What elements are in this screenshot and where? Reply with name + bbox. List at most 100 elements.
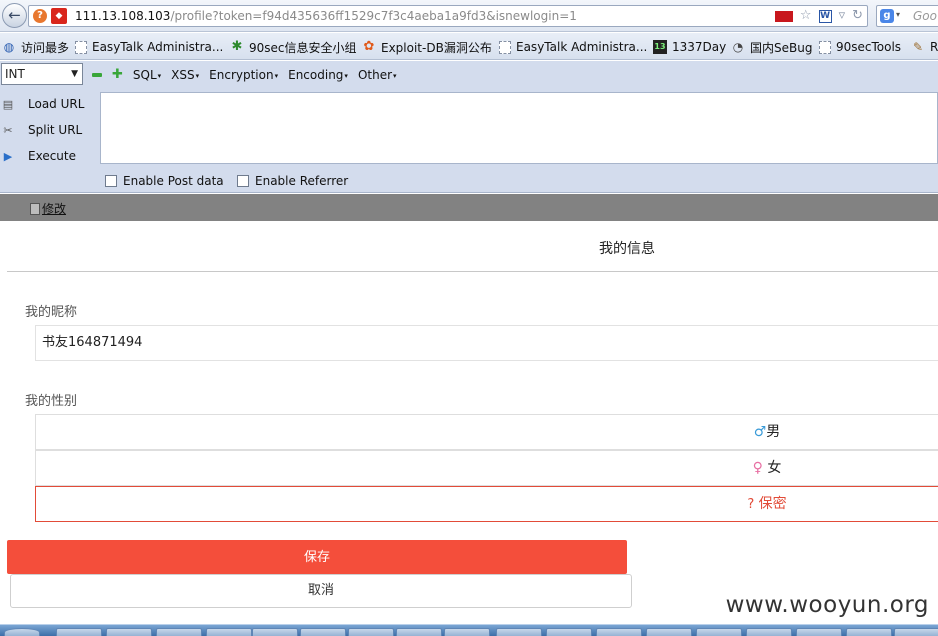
caret-icon: ▾ xyxy=(344,71,348,80)
leet-icon: 13 xyxy=(653,40,667,54)
taskbar-button[interactable] xyxy=(546,628,592,636)
taskbar-button[interactable] xyxy=(300,628,346,636)
search-box[interactable]: g ▾ Goo xyxy=(876,5,938,27)
cancel-button[interactable]: 取消 xyxy=(10,574,632,608)
taskbar-button[interactable] xyxy=(156,628,202,636)
chevron-down-icon: ▼ xyxy=(71,69,78,79)
hackbar-panel: INT ▼ ✚ SQL▾ XSS▾ Encryption▾ Encoding▾ O… xyxy=(0,61,938,193)
enable-post-data-checkbox[interactable]: Enable Post data xyxy=(105,173,224,189)
bookmark-label: EasyTalk Administra... xyxy=(516,40,648,54)
menu-encryption[interactable]: Encryption▾ xyxy=(209,68,278,82)
menu-sql[interactable]: SQL▾ xyxy=(133,68,161,82)
taskbar-button[interactable] xyxy=(894,628,938,636)
gender-option-label: 男 xyxy=(766,424,781,440)
bookmarks-bar: ◍ 访问最多 EasyTalk Administra... ✱ 90sec信息安全小… xyxy=(0,33,938,60)
execute-button[interactable]: ▶ Execute xyxy=(0,146,76,166)
page-icon xyxy=(75,40,87,54)
menu-xss[interactable]: XSS▾ xyxy=(171,68,199,82)
caret-icon: ▾ xyxy=(393,71,397,80)
edit-link[interactable]: 修改 xyxy=(30,200,66,217)
checkbox-box[interactable] xyxy=(237,175,249,187)
hackbar-url-textarea[interactable] xyxy=(100,92,938,164)
menu-sql-label: SQL xyxy=(132,68,157,82)
play-icon: ▶ xyxy=(3,149,13,163)
page-title: 我的信息 xyxy=(599,241,655,257)
menu-encoding[interactable]: Encoding▾ xyxy=(288,68,348,82)
gender-option-label: 保密 xyxy=(758,496,787,512)
bookmark-overflow[interactable]: ✎ R xyxy=(911,39,938,55)
gender-option-content: ? 保密 xyxy=(747,487,786,522)
taskbar-button[interactable] xyxy=(746,628,792,636)
question-icon: ? xyxy=(747,497,755,512)
gender-label: 我的性别 xyxy=(25,394,78,409)
word-icon[interactable]: W xyxy=(818,9,832,23)
url-bar-controls: ☆ W ▿ ↻ xyxy=(774,8,863,24)
menu-other-label: Other xyxy=(357,68,393,82)
bookmark-90sec[interactable]: ✱ 90sec信息安全小组 xyxy=(230,39,357,55)
menu-encryption-label: Encryption xyxy=(209,68,274,82)
taskbar-button[interactable] xyxy=(646,628,692,636)
tools-icon: ✎ xyxy=(912,40,924,54)
checkbox-box[interactable] xyxy=(105,175,117,187)
taskbar-button[interactable] xyxy=(496,628,542,636)
taskbar-button[interactable] xyxy=(206,628,252,636)
bookmark-easytalk-2[interactable]: EasyTalk Administra... xyxy=(499,39,647,55)
bookmark-1337day[interactable]: 13 1337Day xyxy=(653,39,726,55)
load-url-icon: ▤ xyxy=(2,97,14,111)
int-select[interactable]: INT ▼ xyxy=(1,63,83,85)
taskbar-button[interactable] xyxy=(252,628,298,636)
taskbar-button[interactable] xyxy=(444,628,490,636)
watermark: www.wooyun.org xyxy=(725,592,929,618)
dropdown-icon[interactable]: ▿ xyxy=(839,8,846,24)
enable-referrer-checkbox[interactable]: Enable Referrer xyxy=(237,173,348,189)
visit-icon: ◍ xyxy=(3,40,15,54)
save-button[interactable]: 保存 xyxy=(7,540,627,574)
title-divider xyxy=(7,271,938,272)
bookmark-label: 90secTools xyxy=(836,40,902,54)
bookmark-sebug[interactable]: ◔ 国内SeBug xyxy=(731,39,813,55)
taskbar-button[interactable] xyxy=(106,628,152,636)
url-path: /profile?token=f94d435636ff1529c7f3c4aeb… xyxy=(170,9,577,23)
taskbar-button[interactable] xyxy=(696,628,742,636)
taskbar-button[interactable] xyxy=(348,628,394,636)
bookmark-most-visited[interactable]: ◍ 访问最多 xyxy=(2,39,69,55)
bookmark-90sectools[interactable]: 90secTools xyxy=(819,39,901,55)
refresh-icon[interactable]: ↻ xyxy=(852,8,863,24)
int-select-value: INT xyxy=(5,67,25,81)
url-text: 111.13.108.103/profile?token=f94d435636f… xyxy=(75,9,577,23)
taskbar-button[interactable] xyxy=(596,628,642,636)
gender-option-secret[interactable]: ? 保密 xyxy=(35,486,938,522)
nickname-input[interactable]: 书友164871494 xyxy=(35,325,938,361)
bug-icon: ✱ xyxy=(231,39,243,54)
enable-referrer-label: Enable Referrer xyxy=(255,174,349,188)
gender-option-male[interactable]: ♂男 xyxy=(35,414,938,450)
menu-other[interactable]: Other▾ xyxy=(358,68,397,82)
chevron-down-icon[interactable]: ▾ xyxy=(896,10,900,19)
star-icon[interactable]: ☆ xyxy=(800,8,812,24)
search-input[interactable]: Goo xyxy=(913,9,937,23)
back-button[interactable]: ← xyxy=(2,3,27,28)
minus-icon[interactable] xyxy=(92,73,102,77)
caret-icon: ▾ xyxy=(274,71,279,80)
gender-option-content: ♂男 xyxy=(754,415,781,449)
plus-icon[interactable]: ✚ xyxy=(112,68,123,81)
menu-encoding-label: Encoding xyxy=(288,68,344,82)
load-url-button[interactable]: ▤ Load URL xyxy=(0,94,85,114)
taskbar-button[interactable] xyxy=(56,628,102,636)
start-button[interactable] xyxy=(4,628,40,636)
url-bar[interactable]: ? ◆ 111.13.108.103/profile?token=f94d435… xyxy=(28,5,868,27)
edit-link-label: 修改 xyxy=(42,202,67,216)
page-header-strip: 修改 xyxy=(0,194,938,221)
bookmark-label: 访问最多 xyxy=(21,40,70,55)
taskbar-button[interactable] xyxy=(396,628,442,636)
bookmark-easytalk-1[interactable]: EasyTalk Administra... xyxy=(75,39,223,55)
taskbar-button[interactable] xyxy=(796,628,842,636)
bookmark-label: 90sec信息安全小组 xyxy=(249,40,357,55)
gender-option-female[interactable]: ♀ 女 xyxy=(35,450,938,486)
taskbar-button[interactable] xyxy=(846,628,892,636)
taskbar xyxy=(0,624,938,636)
nickname-label: 我的昵称 xyxy=(25,305,78,320)
caret-icon: ▾ xyxy=(195,71,200,80)
bookmark-exploit-db[interactable]: ✿ Exploit-DB漏洞公布 xyxy=(362,39,492,55)
split-url-button[interactable]: ✂ Split URL xyxy=(0,120,82,140)
